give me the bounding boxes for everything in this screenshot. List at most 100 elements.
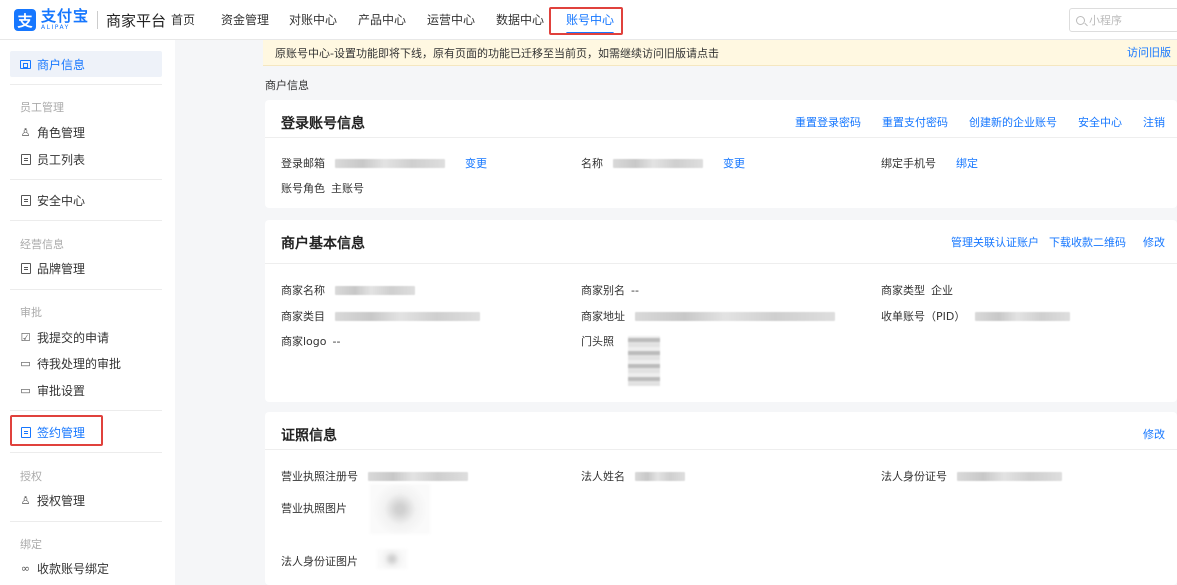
edit-license-info-link[interactable]: 修改 <box>1143 426 1165 442</box>
bound-phone-field: 绑定手机号 绑定 <box>881 155 978 171</box>
sidebar-item-label: 审批设置 <box>37 383 86 398</box>
nav-funds[interactable]: 资金管理 <box>221 0 269 40</box>
field-label: 账号角色 <box>281 182 325 195</box>
merchant-name-field: 商家名称 <box>281 282 415 298</box>
merchant-type-field: 商家类型 企业 <box>881 282 953 298</box>
redacted-value <box>368 471 468 481</box>
id-card-image-field: 法人身份证图片 <box>281 553 358 569</box>
login-email-field: 登录邮箱 变更 <box>281 155 487 171</box>
sidebar-item-approval-settings[interactable]: ▭ 审批设置 <box>10 377 162 403</box>
sidebar-item-pending-approvals[interactable]: ▭ 待我处理的审批 <box>10 350 162 376</box>
sidebar-item-my-applications[interactable]: ☑ 我提交的申请 <box>10 324 162 350</box>
deregister-link[interactable]: 注销 <box>1143 114 1165 130</box>
card-divider <box>265 449 1177 450</box>
nav-data[interactable]: 数据中心 <box>496 0 544 40</box>
change-email-link[interactable]: 变更 <box>465 155 487 171</box>
license-image-field: 营业执照图片 <box>281 500 347 516</box>
storefront-photo-thumbnail[interactable] <box>628 336 660 386</box>
sidebar-item-brand-mgmt[interactable]: 品牌管理 <box>10 255 162 281</box>
card-divider <box>265 263 1177 264</box>
search-placeholder: 小程序 <box>1089 14 1122 27</box>
reset-payment-password-link[interactable]: 重置支付密码 <box>882 114 948 130</box>
sidebar-group-business: 经营信息 <box>20 238 64 251</box>
sidebar-item-label: 商户信息 <box>37 57 86 72</box>
notice-banner: 原账号中心-设置功能即将下线，原有页面的功能已迁移至当前页，如需继续访问旧版请点… <box>263 40 1177 66</box>
security-center-link[interactable]: 安全中心 <box>1078 114 1122 130</box>
search-input[interactable]: 小程序 <box>1069 8 1177 32</box>
sidebar-group-staff: 员工管理 <box>20 101 64 114</box>
settings-card-icon: ▭ <box>20 383 31 397</box>
nav-reconciliation[interactable]: 对账中心 <box>289 0 337 40</box>
field-value: -- <box>631 283 639 297</box>
card-actions: 重置登录密码 重置支付密码 创建新的企业账号 安全中心 注销 <box>774 114 1165 130</box>
nav-operations[interactable]: 运营中心 <box>427 0 475 40</box>
account-role-field: 账号角色 主账号 <box>281 180 364 196</box>
license-number-field: 营业执照注册号 <box>281 468 468 484</box>
field-label: 绑定手机号 <box>881 157 936 170</box>
sidebar-item-label: 角色管理 <box>37 125 86 140</box>
field-label: 营业执照注册号 <box>281 470 358 483</box>
sidebar-item-label: 收款账号绑定 <box>37 561 110 576</box>
sidebar-item-auth-mgmt[interactable]: ♙ 授权管理 <box>10 487 162 513</box>
field-label: 登录邮箱 <box>281 157 325 170</box>
card-title: 登录账号信息 <box>281 116 365 132</box>
card-divider <box>265 137 1177 138</box>
download-qr-code-link[interactable]: 下载收款二维码 <box>1049 234 1126 250</box>
license-image-thumbnail[interactable] <box>370 484 430 534</box>
sidebar-divider <box>10 84 162 85</box>
nav-products[interactable]: 产品中心 <box>358 0 406 40</box>
checkbox-icon: ☑ <box>20 330 31 344</box>
redacted-value <box>613 158 703 168</box>
reset-login-password-link[interactable]: 重置登录密码 <box>795 114 861 130</box>
redacted-value <box>335 158 445 168</box>
card-actions: 管理关联认证账户 下载收款二维码 修改 <box>930 234 1165 250</box>
field-value: 企业 <box>931 284 953 297</box>
top-navigation-bar: 支 支付宝 ALIPAY 商家平台 首页 资金管理 对账中心 产品中心 运营中心… <box>0 0 1177 40</box>
sidebar-item-payee-bind[interactable]: ∞ 收款账号绑定 <box>10 555 162 581</box>
document-icon <box>20 262 31 274</box>
field-label: 法人身份证图片 <box>281 555 358 568</box>
redacted-value <box>975 311 1071 321</box>
field-label: 收单账号（PID） <box>881 310 966 323</box>
sidebar-item-merchant-info[interactable]: 商户信息 <box>10 51 162 77</box>
field-label: 法人身份证号 <box>881 470 947 483</box>
merchant-address-field: 商家地址 <box>581 308 835 324</box>
storefront-photo-field: 门头照 <box>581 333 614 349</box>
field-label: 门头照 <box>581 335 614 348</box>
sidebar-item-label: 安全中心 <box>37 193 86 208</box>
alipay-logo[interactable]: 支 支付宝 ALIPAY 商家平台 <box>14 9 166 31</box>
logo-divider <box>97 11 99 29</box>
visit-old-version-link[interactable]: 访问旧版 <box>1127 40 1171 66</box>
logo-chinese-text: 支付宝 <box>41 7 90 25</box>
edit-basic-info-link[interactable]: 修改 <box>1143 234 1165 250</box>
sidebar-divider <box>10 220 162 221</box>
logo-english-text: ALIPAY <box>41 24 70 31</box>
redacted-value <box>957 471 1062 481</box>
login-account-card: 登录账号信息 重置登录密码 重置支付密码 创建新的企业账号 安全中心 注销 登录… <box>265 100 1177 208</box>
manage-linked-accounts-link[interactable]: 管理关联认证账户 <box>951 234 1039 250</box>
sidebar-divider <box>10 452 162 453</box>
user-icon: ♙ <box>20 125 31 139</box>
bind-phone-link[interactable]: 绑定 <box>956 155 978 171</box>
legal-rep-name-field: 法人姓名 <box>581 468 685 484</box>
field-label: 营业执照图片 <box>281 502 347 515</box>
nav-home[interactable]: 首页 <box>171 0 195 40</box>
sidebar-item-staff-list[interactable]: 员工列表 <box>10 146 162 172</box>
sidebar-item-role-mgmt[interactable]: ♙ 角色管理 <box>10 119 162 145</box>
field-label: 法人姓名 <box>581 470 625 483</box>
sidebar-group-bind: 绑定 <box>20 538 42 551</box>
platform-name: 商家平台 <box>106 11 167 30</box>
merchant-category-field: 商家类目 <box>281 308 480 324</box>
search-icon <box>1076 15 1085 25</box>
sidebar-item-label: 待我处理的审批 <box>37 356 122 371</box>
redacted-value <box>335 311 480 321</box>
sidebar-item-label: 品牌管理 <box>37 261 86 276</box>
create-enterprise-account-link[interactable]: 创建新的企业账号 <box>969 114 1057 130</box>
account-name-field: 名称 变更 <box>581 155 745 171</box>
merchant-logo-field: 商家logo -- <box>281 333 340 349</box>
id-card-image-thumbnail[interactable] <box>377 549 407 569</box>
highlight-box-account-center <box>549 7 623 35</box>
sidebar-item-label: 授权管理 <box>37 493 86 508</box>
sidebar-item-security[interactable]: 安全中心 <box>10 187 162 213</box>
change-name-link[interactable]: 变更 <box>723 155 745 171</box>
